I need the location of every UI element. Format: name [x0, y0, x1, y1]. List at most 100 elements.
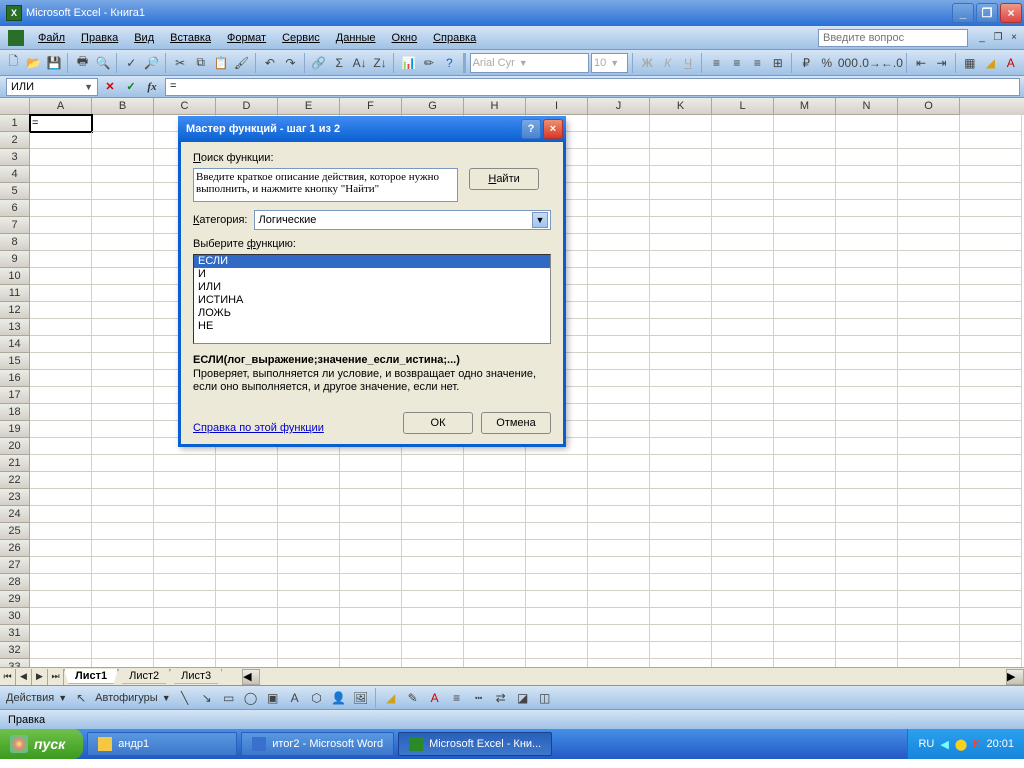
cell[interactable]	[30, 659, 92, 667]
underline-button[interactable]: Ч	[679, 53, 697, 73]
cell[interactable]	[898, 268, 960, 285]
first-sheet-button[interactable]: ⏮	[0, 669, 16, 685]
cell[interactable]	[898, 387, 960, 404]
cell[interactable]	[836, 489, 898, 506]
row-header[interactable]: 11	[0, 285, 30, 302]
cell[interactable]: =	[30, 115, 92, 132]
cell[interactable]	[650, 608, 712, 625]
row-header[interactable]: 28	[0, 574, 30, 591]
cell[interactable]	[588, 115, 650, 132]
cell[interactable]	[92, 132, 154, 149]
cell[interactable]	[650, 489, 712, 506]
cell[interactable]	[92, 574, 154, 591]
cell[interactable]	[464, 608, 526, 625]
cell[interactable]	[650, 319, 712, 336]
cell[interactable]	[712, 659, 774, 667]
cell[interactable]	[30, 523, 92, 540]
3d-button[interactable]: ◫	[535, 688, 555, 708]
cell[interactable]	[278, 574, 340, 591]
cell[interactable]	[774, 251, 836, 268]
cell[interactable]	[650, 574, 712, 591]
save-button[interactable]: 💾	[45, 53, 63, 73]
cell[interactable]	[836, 625, 898, 642]
cell[interactable]	[402, 489, 464, 506]
cell[interactable]	[216, 557, 278, 574]
arrow-style-button[interactable]: ⇄	[491, 688, 511, 708]
cell[interactable]	[960, 302, 1022, 319]
col-header[interactable]: I	[526, 98, 588, 115]
cell[interactable]	[30, 506, 92, 523]
category-select[interactable]: Логические▼	[254, 210, 552, 230]
row-header[interactable]: 8	[0, 234, 30, 251]
cell[interactable]	[154, 523, 216, 540]
cell[interactable]	[588, 336, 650, 353]
decrease-decimal-button[interactable]: ←.0	[882, 53, 902, 73]
cell[interactable]	[836, 200, 898, 217]
cell[interactable]	[526, 642, 588, 659]
percent-button[interactable]: %	[817, 53, 835, 73]
cell[interactable]	[898, 285, 960, 302]
cell[interactable]	[960, 574, 1022, 591]
cell[interactable]	[712, 217, 774, 234]
cell[interactable]	[30, 387, 92, 404]
cell[interactable]	[774, 268, 836, 285]
cell[interactable]	[836, 149, 898, 166]
row-header[interactable]: 13	[0, 319, 30, 336]
cell[interactable]	[92, 506, 154, 523]
cell[interactable]	[650, 523, 712, 540]
cell[interactable]	[836, 506, 898, 523]
cell[interactable]	[960, 438, 1022, 455]
cell[interactable]	[712, 387, 774, 404]
cell[interactable]	[92, 608, 154, 625]
cell[interactable]	[712, 183, 774, 200]
function-item[interactable]: ЕСЛИ	[194, 255, 550, 268]
cancel-formula-button[interactable]: ✕	[101, 78, 119, 96]
cell[interactable]	[712, 200, 774, 217]
cell[interactable]	[92, 302, 154, 319]
cell[interactable]	[30, 557, 92, 574]
cell[interactable]	[898, 149, 960, 166]
cell[interactable]	[30, 404, 92, 421]
cell[interactable]	[650, 353, 712, 370]
dialog-close-button[interactable]: ×	[543, 119, 563, 139]
cell[interactable]	[650, 506, 712, 523]
cell[interactable]	[588, 387, 650, 404]
col-header[interactable]: O	[898, 98, 960, 115]
line-color-button[interactable]: ✎	[403, 688, 423, 708]
cell[interactable]	[464, 591, 526, 608]
cell[interactable]	[774, 489, 836, 506]
cell[interactable]	[154, 557, 216, 574]
cell[interactable]	[712, 523, 774, 540]
clipart-button[interactable]: 👤	[329, 688, 349, 708]
cell[interactable]	[712, 591, 774, 608]
cell[interactable]	[588, 353, 650, 370]
cell[interactable]	[898, 200, 960, 217]
row-header[interactable]: 4	[0, 166, 30, 183]
minimize-button[interactable]: _	[952, 3, 974, 23]
cell[interactable]	[92, 472, 154, 489]
cell[interactable]	[650, 268, 712, 285]
cell[interactable]	[588, 149, 650, 166]
cell[interactable]	[774, 149, 836, 166]
textbox-button[interactable]: ▣	[263, 688, 283, 708]
cell[interactable]	[588, 302, 650, 319]
cell[interactable]	[588, 574, 650, 591]
align-right-button[interactable]: ≡	[748, 53, 766, 73]
cell[interactable]	[92, 625, 154, 642]
row-header[interactable]: 25	[0, 523, 30, 540]
doc-minimize-button[interactable]: _	[974, 30, 990, 46]
cell[interactable]	[650, 472, 712, 489]
cell[interactable]	[92, 234, 154, 251]
cell[interactable]	[92, 149, 154, 166]
cell[interactable]	[960, 217, 1022, 234]
cell[interactable]	[526, 455, 588, 472]
font-name-select[interactable]: Arial Cyr▼	[470, 53, 589, 73]
cell[interactable]	[588, 489, 650, 506]
cell[interactable]	[898, 421, 960, 438]
cell[interactable]	[960, 523, 1022, 540]
cell[interactable]	[898, 251, 960, 268]
cell[interactable]	[712, 370, 774, 387]
cell[interactable]	[774, 115, 836, 132]
row-header[interactable]: 20	[0, 438, 30, 455]
cell[interactable]	[30, 370, 92, 387]
